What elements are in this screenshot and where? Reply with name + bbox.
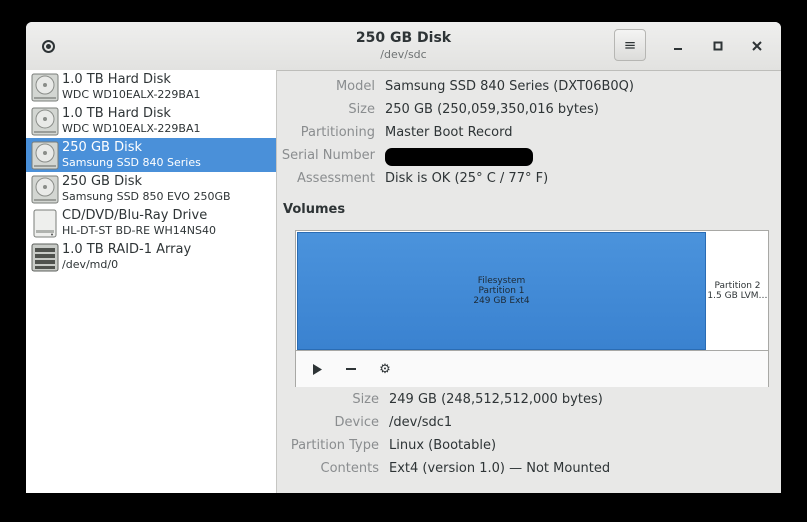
partition-type-label: Partition Type	[290, 438, 379, 453]
remove-partition-icon[interactable]	[342, 360, 360, 378]
device-model: WDC WD10EALX-229BA1	[62, 122, 201, 135]
contents-label: Contents	[320, 461, 379, 476]
partition-1[interactable]: Filesystem Partition 1 249 GB Ext4	[297, 232, 706, 350]
hard-disk-icon	[31, 175, 59, 204]
sidebar-device-item[interactable]: 250 GB Disk Samsung SSD 850 EVO 250GB	[26, 172, 276, 206]
size-label: Size	[348, 102, 375, 117]
sidebar-device-item[interactable]: 1.0 TB Hard Disk WDC WD10EALX-229BA1	[26, 104, 276, 138]
minimize-icon[interactable]	[668, 36, 688, 56]
maximize-icon[interactable]	[708, 36, 728, 56]
menu-button[interactable]: ≡	[614, 29, 646, 61]
partition-type-value: Linux (Bootable)	[389, 438, 497, 453]
disk-details: Model Samsung SSD 840 Series (DXT06B0Q) …	[277, 70, 781, 493]
partition-1-name: Partition 1	[478, 286, 525, 296]
device-name: 1.0 TB Hard Disk	[62, 106, 171, 121]
disks-window: 250 GB Disk /dev/sdc ≡ 1.0 TB Hard Disk …	[26, 22, 781, 493]
close-icon[interactable]	[747, 36, 767, 56]
volume-size-label: Size	[352, 392, 379, 407]
device-value: /dev/sdc1	[389, 415, 453, 430]
hard-disk-icon	[31, 141, 59, 170]
size-value: 250 GB (250,059,350,016 bytes)	[385, 102, 599, 117]
volume-size-value: 249 GB (248,512,512,000 bytes)	[389, 392, 603, 407]
device-model: Samsung SSD 840 Series	[62, 156, 201, 169]
titlebar: 250 GB Disk /dev/sdc ≡	[26, 22, 781, 71]
device-name: CD/DVD/Blu-Ray Drive	[62, 208, 208, 223]
mount-play-icon[interactable]	[308, 360, 326, 378]
sidebar-device-item-selected[interactable]: 250 GB Disk Samsung SSD 840 Series	[26, 138, 276, 172]
volumes-heading: Volumes	[283, 202, 346, 217]
assessment-value: Disk is OK (25° C / 77° F)	[385, 171, 549, 186]
volume-toolbar: ⚙	[296, 350, 768, 387]
device-model: /dev/md/0	[62, 258, 119, 271]
device-name: 250 GB Disk	[62, 140, 142, 155]
device-model: Samsung SSD 850 EVO 250GB	[62, 190, 231, 203]
device-model: HL-DT-ST BD-RE WH14NS40	[62, 224, 216, 237]
partitioning-label: Partitioning	[300, 125, 375, 140]
hard-disk-icon	[31, 107, 59, 136]
raid-array-icon	[31, 243, 59, 272]
partition-2-name: Partition 2	[714, 281, 761, 291]
device-sidebar: 1.0 TB Hard Disk WDC WD10EALX-229BA1 1.0…	[26, 70, 277, 493]
serial-redacted	[385, 148, 533, 166]
assessment-label: Assessment	[297, 171, 375, 186]
sidebar-device-item[interactable]: CD/DVD/Blu-Ray Drive HL-DT-ST BD-RE WH14…	[26, 206, 276, 240]
model-value: Samsung SSD 840 Series (DXT06B0Q)	[385, 79, 634, 94]
optical-drive-icon	[33, 209, 57, 238]
model-label: Model	[335, 79, 375, 94]
device-name: 250 GB Disk	[62, 174, 142, 189]
volume-map: Filesystem Partition 1 249 GB Ext4 Parti…	[295, 230, 769, 387]
contents-value: Ext4 (version 1.0) — Not Mounted	[389, 461, 611, 476]
device-name: 1.0 TB Hard Disk	[62, 72, 171, 87]
partitioning-value: Master Boot Record	[385, 125, 513, 140]
partition-1-size: 249 GB Ext4	[473, 296, 530, 306]
sidebar-device-item[interactable]: 1.0 TB Hard Disk WDC WD10EALX-229BA1	[26, 70, 276, 104]
serial-label: Serial Number	[281, 148, 375, 163]
device-label: Device	[334, 415, 379, 430]
sidebar-device-item[interactable]: 1.0 TB RAID-1 Array /dev/md/0	[26, 240, 276, 274]
partition-2-size: 1.5 GB LVM…	[707, 291, 768, 301]
partition-2[interactable]: Partition 2 1.5 GB LVM…	[707, 232, 768, 350]
device-name: 1.0 TB RAID-1 Array	[62, 242, 192, 257]
settings-gears-icon[interactable]: ⚙	[376, 360, 394, 378]
hard-disk-icon	[31, 73, 59, 102]
partition-1-type: Filesystem	[477, 276, 526, 286]
device-model: WDC WD10EALX-229BA1	[62, 88, 201, 101]
